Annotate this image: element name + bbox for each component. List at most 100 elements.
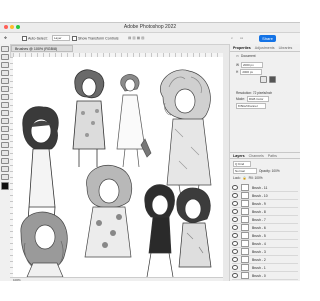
properties-section-label: Document — [241, 53, 256, 58]
opacity-label[interactable]: Opacity: 100% — [259, 169, 280, 173]
layers-tabs: Layers Channels Paths — [230, 152, 300, 159]
gradient-icon[interactable] — [1, 118, 9, 124]
layer-row[interactable]: Brush - 8 — [232, 208, 298, 216]
healing-icon[interactable] — [1, 86, 9, 92]
lock-icon[interactable]: 🔒 — [243, 176, 247, 180]
layer-row[interactable]: Brush - 2 — [232, 256, 298, 264]
stamp-icon[interactable] — [1, 102, 9, 108]
lasso-icon[interactable] — [1, 62, 9, 68]
eye-icon[interactable] — [232, 241, 238, 246]
hand-icon[interactable] — [1, 166, 9, 172]
landscape-orientation-icon[interactable] — [269, 76, 276, 83]
layer-row[interactable]: Brush - 4 — [232, 240, 298, 248]
eye-icon[interactable] — [232, 225, 238, 230]
app-title: Adobe Photoshop 2022 — [123, 24, 177, 30]
height-row: H 2000 px — [236, 68, 263, 75]
tab-layers[interactable]: Layers — [233, 154, 245, 158]
crop-icon[interactable] — [1, 70, 9, 76]
eraser-icon[interactable] — [1, 110, 9, 116]
depth-row: 8 Bits/Channel — [236, 102, 266, 109]
document-tab[interactable]: Brushes @ 100% (RGB/8) — [11, 45, 73, 52]
move-tool-icon[interactable] — [1, 46, 9, 52]
transform-controls-label: Show Transform Controls — [78, 36, 119, 41]
blur-icon[interactable] — [1, 126, 9, 132]
path-select-icon[interactable] — [1, 150, 9, 156]
move-icon[interactable]: ✥ — [4, 36, 7, 40]
layer-name: Brush - 6 — [252, 225, 266, 230]
fill-label[interactable]: Fill: 100% — [249, 176, 263, 180]
align-icons[interactable]: ▤ ▥ ▦ ▧ — [128, 36, 145, 40]
layer-row[interactable]: Brush - 10 — [232, 192, 298, 200]
eye-icon[interactable] — [232, 185, 238, 190]
layer-row[interactable]: Brush - 6 — [232, 224, 298, 232]
lock-label: Lock: — [233, 175, 241, 180]
eye-icon[interactable] — [232, 209, 238, 214]
search-icon[interactable]: ⌕ — [231, 36, 233, 40]
layer-row[interactable]: Brush - 5 — [232, 232, 298, 240]
portrait-orientation-icon[interactable] — [260, 76, 267, 83]
transform-controls-toggle[interactable]: Show Transform Controls — [72, 36, 119, 41]
pen-icon[interactable] — [1, 134, 9, 140]
layer-row[interactable]: Brush - 0 — [232, 272, 298, 280]
layer-thumbnail — [241, 192, 249, 199]
auto-select-checkbox[interactable] — [22, 36, 27, 41]
document-canvas[interactable] — [13, 57, 223, 277]
layer-row[interactable]: Brush - 7 — [232, 216, 298, 224]
auto-select-dropdown[interactable]: Layer — [52, 35, 70, 41]
layer-thumbnail — [241, 240, 249, 247]
illustration-figure-8 — [176, 187, 212, 268]
layer-thumbnail — [241, 248, 249, 255]
workspace-icon[interactable]: ▭ — [240, 36, 243, 40]
tab-adjustments[interactable]: Adjustments — [255, 46, 275, 50]
tab-libraries[interactable]: Libraries — [279, 46, 293, 50]
eye-icon[interactable] — [232, 265, 238, 270]
layer-thumbnail — [241, 184, 249, 191]
right-panels: Properties Adjustments Libraries ▭ Docum… — [229, 44, 300, 282]
layer-thumbnail — [241, 224, 249, 231]
blend-row: Normal Opacity: 100% — [233, 167, 280, 174]
type-icon[interactable] — [1, 142, 9, 148]
eyedropper-icon[interactable] — [1, 78, 9, 84]
properties-tabs: Properties Adjustments Libraries — [230, 44, 300, 52]
tab-channels[interactable]: Channels — [249, 154, 264, 158]
zoom-icon[interactable] — [1, 174, 9, 180]
mode-row: Mode: RGB Color — [236, 95, 269, 102]
height-field[interactable]: 2000 px — [240, 68, 263, 75]
tab-properties[interactable]: Properties — [233, 46, 251, 50]
marquee-icon[interactable] — [1, 54, 9, 60]
brush-icon[interactable] — [1, 94, 9, 100]
lock-row: Lock: 🔒 Fill: 100% — [233, 175, 263, 180]
blend-mode-dropdown[interactable]: Normal — [233, 167, 257, 174]
shape-icon[interactable] — [1, 158, 9, 164]
layer-row[interactable]: Brush - 3 — [232, 248, 298, 256]
foreground-color-swatch[interactable] — [1, 182, 9, 190]
mode-field[interactable]: RGB Color — [246, 95, 269, 102]
eye-icon[interactable] — [232, 249, 238, 254]
eye-icon[interactable] — [232, 233, 238, 238]
illustration-artwork — [20, 69, 212, 277]
eye-icon[interactable] — [232, 273, 238, 278]
title-bar: Adobe Photoshop 2022 — [0, 23, 300, 33]
layer-row[interactable]: Brush - 1 — [232, 264, 298, 272]
layer-row[interactable]: Brush - 11 — [232, 184, 298, 192]
transform-controls-checkbox[interactable] — [72, 36, 77, 41]
layer-name: Brush - 3 — [252, 249, 266, 254]
tab-paths[interactable]: Paths — [268, 154, 277, 158]
auto-select-toggle[interactable]: Auto-Select: — [22, 36, 48, 41]
eye-icon[interactable] — [232, 201, 238, 206]
eye-icon[interactable] — [232, 193, 238, 198]
width-field[interactable]: 2000 px — [241, 61, 264, 68]
share-button[interactable]: Share — [259, 35, 276, 42]
eye-icon[interactable] — [232, 217, 238, 222]
width-row: W 2000 px — [236, 61, 264, 68]
width-label: W — [236, 62, 240, 67]
bottom-margin — [0, 281, 300, 301]
layer-filter-field[interactable]: Q Kind — [233, 160, 251, 167]
layer-name: Brush - 10 — [252, 193, 268, 198]
layer-row[interactable]: Brush - 9 — [232, 200, 298, 208]
illustration-figure-7 — [144, 184, 175, 277]
depth-field[interactable]: 8 Bits/Channel — [236, 102, 266, 109]
layer-name: Brush - 8 — [252, 209, 266, 214]
photoshop-window: Adobe Photoshop 2022 ✥ Auto-Select: Laye… — [0, 22, 300, 283]
eye-icon[interactable] — [232, 257, 238, 262]
